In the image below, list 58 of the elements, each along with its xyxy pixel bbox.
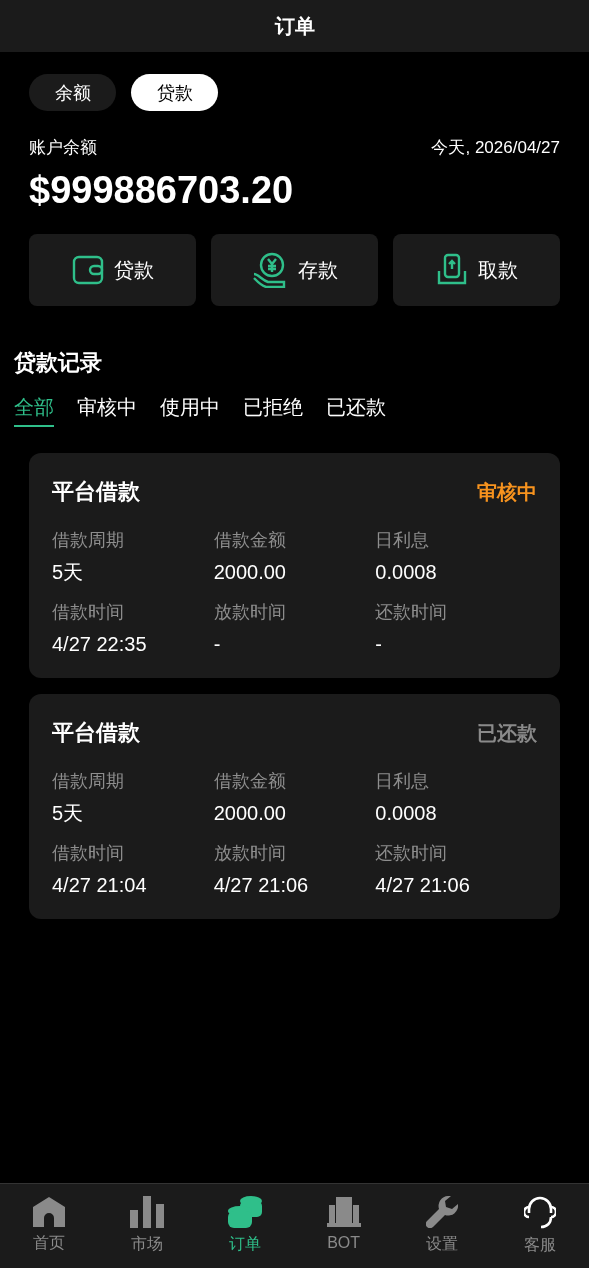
nav-item[interactable]: BOT bbox=[294, 1197, 393, 1255]
field-label: 借款周期 bbox=[52, 770, 125, 793]
field-value: 0.0008 bbox=[375, 560, 438, 585]
section-title: 贷款记录 bbox=[13, 349, 103, 377]
field-value: 4/27 21:06 bbox=[375, 873, 471, 898]
coin-hand-icon bbox=[251, 252, 288, 288]
field-value: 2000.00 bbox=[213, 560, 287, 585]
field-value: - bbox=[213, 632, 222, 657]
date-text: 今天, 2026/04/27 bbox=[431, 137, 560, 159]
balance-label: 账户余额 bbox=[29, 137, 97, 159]
wallet-icon bbox=[71, 255, 104, 285]
mode-tab[interactable]: 余额 bbox=[29, 74, 116, 111]
headset-icon bbox=[523, 1195, 556, 1229]
filter-tab[interactable]: 已拒绝 bbox=[243, 393, 303, 427]
field-label: 还款时间 bbox=[375, 842, 449, 865]
withdraw-icon bbox=[435, 253, 468, 287]
field-label: 借款金额 bbox=[213, 770, 287, 793]
filter-tab[interactable]: 使用中 bbox=[160, 393, 220, 427]
field-value: 4/27 22:35 bbox=[52, 632, 148, 657]
field-label: 日利息 bbox=[375, 529, 431, 552]
field-label: 借款时间 bbox=[52, 601, 125, 624]
filter-tab[interactable]: 全部 bbox=[14, 393, 54, 427]
loan-status: 审核中 bbox=[477, 479, 537, 505]
loan-title: 平台借款 bbox=[52, 719, 140, 747]
field-label: 日利息 bbox=[375, 770, 431, 793]
nav-item[interactable]: 市场 bbox=[98, 1196, 197, 1256]
loan-title: 平台借款 bbox=[52, 478, 140, 506]
filter-tab[interactable]: 审核中 bbox=[77, 393, 137, 427]
field-label: 借款金额 bbox=[213, 529, 287, 552]
action-button[interactable]: 存款 bbox=[211, 234, 378, 306]
nav-item[interactable]: 设置 bbox=[392, 1196, 491, 1256]
action-button[interactable]: 取款 bbox=[393, 234, 560, 306]
filter-tab[interactable]: 已还款 bbox=[326, 393, 386, 427]
wrench-icon bbox=[425, 1196, 458, 1228]
balance-amount: $999886703.20 bbox=[28, 167, 295, 213]
coin-stack-icon bbox=[228, 1196, 263, 1228]
bar-chart-icon bbox=[130, 1196, 165, 1228]
field-label: 借款时间 bbox=[52, 842, 125, 865]
field-value: 4/27 21:06 bbox=[213, 873, 310, 898]
loan-status: 已还款 bbox=[477, 720, 537, 746]
nav-item[interactable]: 首页 bbox=[0, 1197, 99, 1255]
field-label: 借款周期 bbox=[52, 529, 125, 552]
field-value: 5天 bbox=[52, 801, 85, 826]
field-value: 5天 bbox=[52, 560, 85, 585]
field-value: - bbox=[375, 632, 383, 657]
home-icon bbox=[33, 1197, 66, 1227]
page-title: 订单 bbox=[274, 14, 315, 39]
field-value: 4/27 21:04 bbox=[52, 873, 148, 898]
nav-item[interactable]: 客服 bbox=[490, 1195, 589, 1257]
server-icon bbox=[326, 1197, 361, 1227]
field-label: 放款时间 bbox=[213, 601, 287, 624]
mode-tab[interactable]: 贷款 bbox=[131, 74, 218, 111]
field-label: 还款时间 bbox=[375, 601, 449, 624]
field-label: 放款时间 bbox=[213, 842, 287, 865]
action-button[interactable]: 贷款 bbox=[29, 234, 196, 306]
field-value: 0.0008 bbox=[375, 801, 438, 826]
nav-item[interactable]: 订单 bbox=[196, 1196, 295, 1256]
field-value: 2000.00 bbox=[213, 801, 287, 826]
